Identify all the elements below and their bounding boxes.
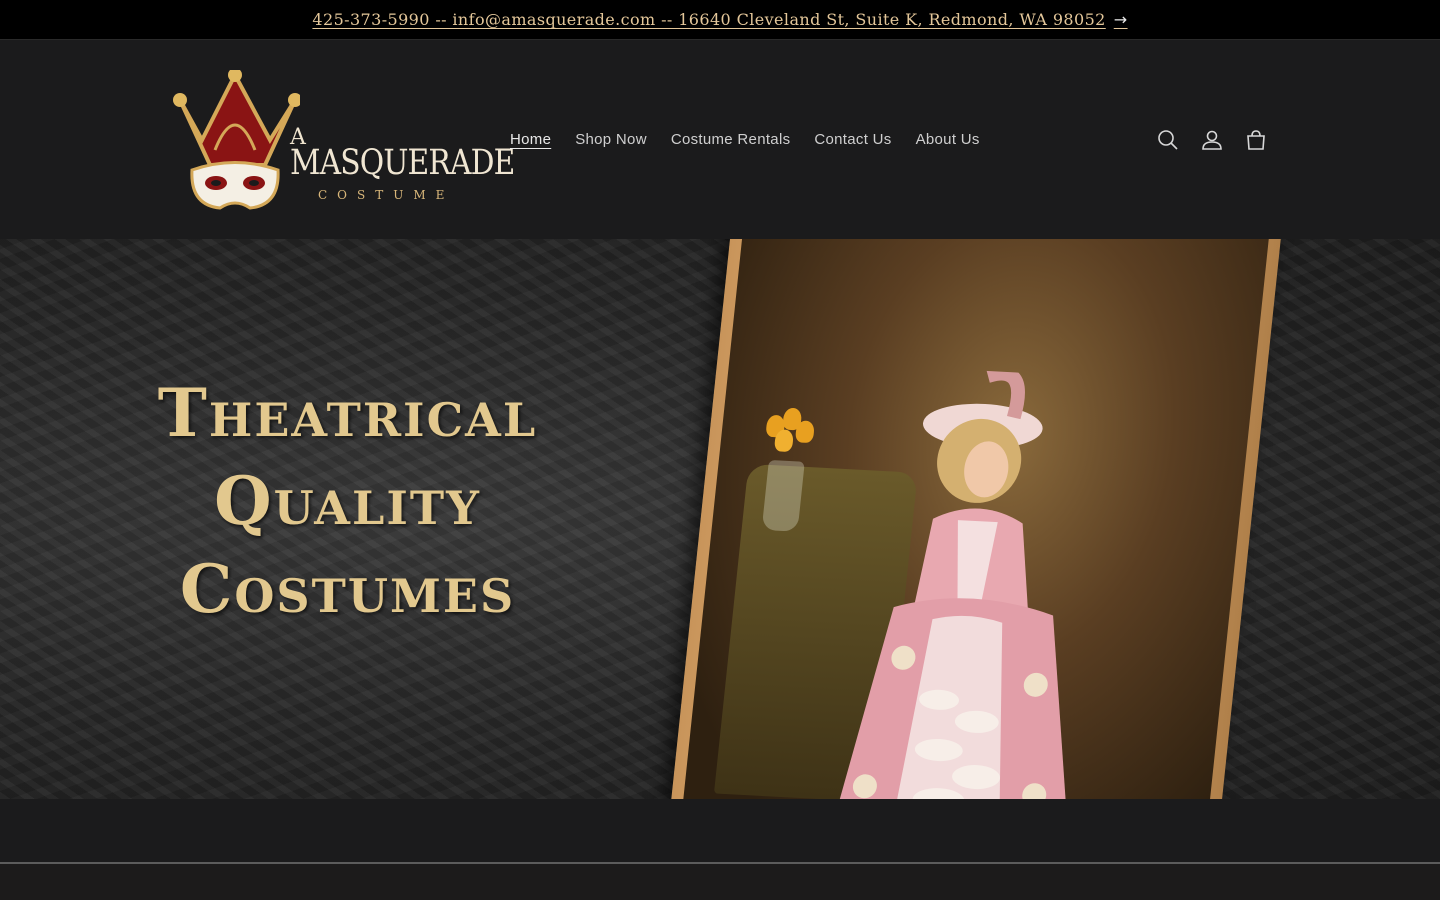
content-spacer [0, 799, 1440, 863]
tulip-flowers [758, 404, 824, 467]
hero-title: Theatrical Quality Costumes [0, 369, 695, 633]
nav-item-costume-rentals[interactable]: Costume Rentals [659, 127, 803, 152]
hero-image-frame [667, 239, 1283, 799]
hero-title-line: Theatrical [157, 374, 538, 452]
cart-button[interactable] [1238, 122, 1274, 158]
hero-portrait-image [680, 239, 1270, 799]
site-header: A MASQUERADE COSTUME Home Shop Now Costu… [0, 40, 1440, 239]
logo-text-costume: COSTUME [318, 188, 455, 202]
nav-item-contact-us[interactable]: Contact Us [802, 127, 903, 152]
announcement-bar: 425-373-5990 -- info@amasquerade.com -- … [0, 0, 1440, 40]
jester-crown-mask-icon [173, 70, 300, 210]
announcement-text: 425-373-5990 -- info@amasquerade.com -- … [312, 10, 1106, 29]
hero-title-line: Costumes [179, 550, 516, 628]
search-icon [1158, 130, 1178, 150]
account-icon [1202, 130, 1222, 150]
main-nav: Home Shop Now Costume Rentals Contact Us… [498, 127, 992, 152]
woman-in-pink-gown [829, 366, 1069, 799]
logo-text-masquerade: MASQUERADE [290, 143, 515, 183]
site-logo[interactable]: A MASQUERADE COSTUME [170, 70, 515, 210]
next-section [0, 864, 1440, 900]
arrow-right-icon: → [1113, 10, 1128, 29]
hero-banner: Theatrical Quality Costumes [0, 239, 1440, 799]
header-icons [1150, 122, 1274, 158]
announcement-link[interactable]: 425-373-5990 -- info@amasquerade.com -- … [312, 10, 1127, 29]
nav-item-shop-now[interactable]: Shop Now [563, 127, 659, 152]
search-button[interactable] [1150, 122, 1186, 158]
cart-icon [1247, 130, 1265, 150]
nav-item-home[interactable]: Home [498, 127, 563, 152]
nav-item-about-us[interactable]: About Us [904, 127, 992, 152]
account-button[interactable] [1194, 122, 1230, 158]
hero-title-line: Quality [214, 462, 481, 540]
